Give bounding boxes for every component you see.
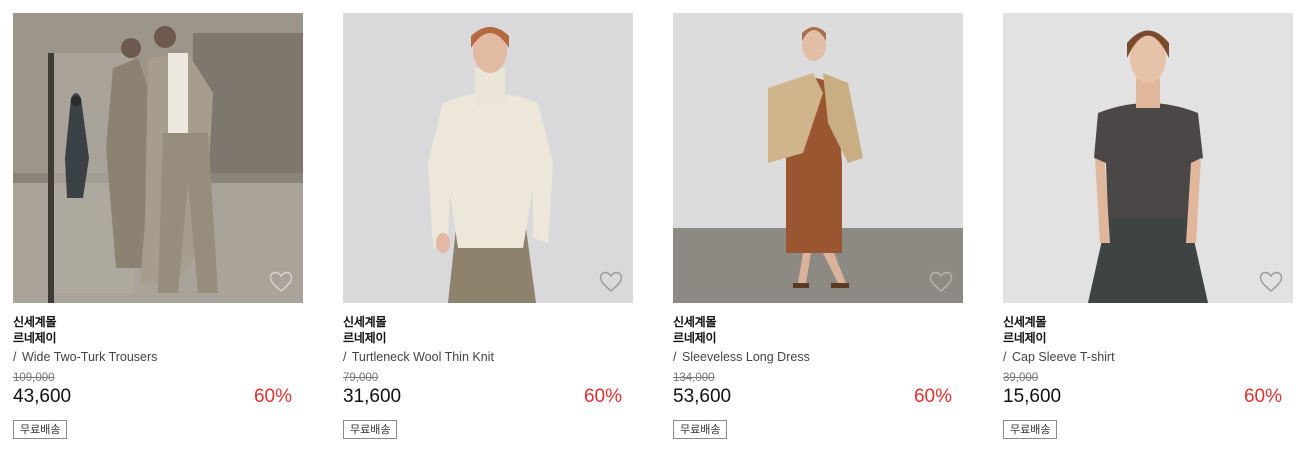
price-row: 43,600 60% (13, 385, 303, 409)
product-name-text: Cap Sleeve T-shirt (1011, 350, 1115, 364)
product-card[interactable]: 신세계몰 르네제이 / Sleeveless Long Dress 134,00… (673, 13, 963, 439)
name-prefix: / (673, 350, 677, 364)
mall-name: 신세계몰 (13, 315, 57, 329)
mall-name: 신세계몰 (343, 315, 387, 329)
brand-name[interactable]: 르네제이 (13, 330, 303, 346)
product-image[interactable] (673, 13, 963, 303)
wishlist-heart-icon[interactable] (269, 271, 293, 293)
name-prefix: / (1003, 350, 1007, 364)
discount-rate: 60% (913, 386, 952, 407)
sale-price: 31,600 (343, 386, 402, 407)
product-name[interactable]: / Turtleneck Wool Thin Knit (343, 349, 633, 365)
sale-price: 43,600 (13, 386, 72, 407)
free-shipping-badge: 무료배송 (343, 420, 398, 439)
discount-rate: 60% (253, 386, 292, 407)
price-row: 15,600 60% (1003, 385, 1293, 409)
product-name[interactable]: / Cap Sleeve T-shirt (1003, 349, 1293, 365)
mall-name: 신세계몰 (1003, 315, 1047, 329)
wishlist-heart-icon[interactable] (929, 271, 953, 293)
product-photo (343, 13, 633, 303)
name-prefix: / (13, 350, 17, 364)
product-name-text: Wide Two-Turk Trousers (21, 350, 158, 364)
product-photo (673, 13, 963, 303)
product-name[interactable]: / Sleeveless Long Dress (673, 349, 963, 365)
brand-name[interactable]: 르네제이 (343, 330, 633, 346)
product-name-text: Sleeveless Long Dress (681, 350, 810, 364)
sale-price: 15,600 (1003, 386, 1062, 407)
original-price: 79,000 (343, 372, 379, 384)
wishlist-heart-icon[interactable] (599, 271, 623, 293)
product-grid: 신세계몰 르네제이 / Wide Two-Turk Trousers 109,0… (0, 0, 1305, 463)
product-name[interactable]: / Wide Two-Turk Trousers (13, 349, 303, 365)
original-price: 39,000 (1003, 372, 1039, 384)
brand-name[interactable]: 르네제이 (1003, 330, 1293, 346)
product-photo (1003, 13, 1293, 303)
sale-price: 53,600 (673, 386, 732, 407)
wishlist-heart-icon[interactable] (1259, 271, 1283, 293)
product-image[interactable] (1003, 13, 1293, 303)
name-prefix: / (343, 350, 347, 364)
product-image[interactable] (13, 13, 303, 303)
mall-name: 신세계몰 (673, 315, 717, 329)
original-price: 109,000 (13, 372, 55, 384)
discount-rate: 60% (583, 386, 622, 407)
discount-rate: 60% (1243, 386, 1282, 407)
product-photo (13, 13, 303, 303)
free-shipping-badge: 무료배송 (13, 420, 68, 439)
original-price: 134,000 (673, 372, 715, 384)
price-row: 53,600 60% (673, 385, 963, 409)
price-row: 31,600 60% (343, 385, 633, 409)
free-shipping-badge: 무료배송 (1003, 420, 1058, 439)
product-name-text: Turtleneck Wool Thin Knit (351, 350, 494, 364)
product-card[interactable]: 신세계몰 르네제이 / Wide Two-Turk Trousers 109,0… (13, 13, 303, 439)
product-image[interactable] (343, 13, 633, 303)
free-shipping-badge: 무료배송 (673, 420, 728, 439)
product-card[interactable]: 신세계몰 르네제이 / Turtleneck Wool Thin Knit 79… (343, 13, 633, 439)
product-card[interactable]: 신세계몰 르네제이 / Cap Sleeve T-shirt 39,000 15… (1003, 13, 1293, 439)
brand-name[interactable]: 르네제이 (673, 330, 963, 346)
